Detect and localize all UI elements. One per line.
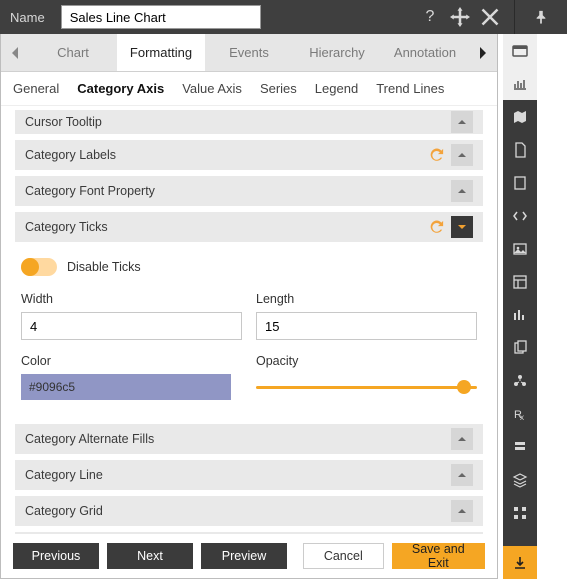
secondary-tabs: General Category Axis Value Axis Series … — [1, 72, 497, 106]
title-bar: Name ? — [0, 0, 567, 34]
refresh-icon[interactable] — [429, 219, 445, 235]
pin-icon[interactable] — [525, 7, 557, 27]
tab-annotation[interactable]: Annotation — [381, 34, 469, 71]
accordion-category-grid[interactable]: Category Grid — [15, 496, 483, 526]
previous-button[interactable]: Previous — [13, 543, 99, 569]
refresh-icon[interactable] — [429, 147, 445, 163]
name-input[interactable] — [61, 5, 261, 29]
tabs-prev-icon[interactable] — [1, 34, 29, 71]
chevron-up-icon[interactable] — [451, 464, 473, 486]
save-button[interactable]: Save and Exit — [392, 543, 485, 569]
svg-text:x: x — [520, 413, 524, 422]
opacity-slider[interactable] — [256, 374, 477, 400]
accordion-category-labels[interactable]: Category Labels — [15, 140, 483, 170]
color-swatch[interactable]: #9096c5 — [21, 374, 231, 400]
move-icon[interactable] — [450, 7, 470, 27]
help-icon[interactable]: ? — [420, 7, 440, 27]
category-ticks-body: Disable Ticks Width Length Color #9 — [15, 242, 483, 418]
preview-button[interactable]: Preview — [201, 543, 287, 569]
sidebar-layout-icon[interactable] — [503, 265, 537, 298]
sidebar-download-icon[interactable] — [503, 546, 537, 579]
subtab-series[interactable]: Series — [260, 81, 297, 96]
accordion-title: Category Line — [25, 468, 451, 482]
accordion-category-line[interactable]: Category Line — [15, 460, 483, 490]
accordion-category-font[interactable]: Category Font Property — [15, 176, 483, 206]
sidebar-image-icon[interactable] — [503, 232, 537, 265]
chevron-up-icon[interactable] — [451, 428, 473, 450]
accordion-title: Category Ticks — [25, 220, 429, 234]
length-label: Length — [256, 292, 477, 306]
width-input[interactable] — [21, 312, 242, 340]
sidebar-page-icon[interactable] — [503, 166, 537, 199]
accordion-scroll[interactable]: Cursor Tooltip Category Labels Category … — [1, 106, 497, 534]
opacity-label: Opacity — [256, 354, 477, 368]
chevron-up-icon[interactable] — [451, 180, 473, 202]
accordion-category-title[interactable]: Category Title — [15, 532, 483, 534]
sidebar-map-icon[interactable] — [503, 100, 537, 133]
sidebar-doc-icon[interactable] — [503, 133, 537, 166]
sidebar-copy-icon[interactable] — [503, 331, 537, 364]
length-input[interactable] — [256, 312, 477, 340]
sidebar-rx-icon[interactable]: Rx — [503, 397, 537, 430]
sidebar-bars-icon[interactable] — [503, 298, 537, 331]
cancel-button[interactable]: Cancel — [303, 543, 384, 569]
accordion-title: Category Labels — [25, 148, 429, 162]
subtab-category-axis[interactable]: Category Axis — [77, 81, 164, 96]
accordion-cursor-tooltip[interactable]: Cursor Tooltip — [15, 110, 483, 134]
chevron-up-icon[interactable] — [451, 144, 473, 166]
tabs-next-icon[interactable] — [469, 34, 497, 71]
tab-events[interactable]: Events — [205, 34, 293, 71]
accordion-title: Category Font Property — [25, 184, 451, 198]
sidebar-layers-icon[interactable] — [503, 463, 537, 496]
editor-panel: Chart Formatting Events Hierarchy Annota… — [0, 34, 498, 579]
sidebar-stack-icon[interactable] — [503, 430, 537, 463]
sidebar-card-icon[interactable] — [503, 34, 537, 67]
accordion-title: Category Alternate Fills — [25, 432, 451, 446]
accordion-category-alt-fills[interactable]: Category Alternate Fills — [15, 424, 483, 454]
accordion-category-ticks[interactable]: Category Ticks — [15, 212, 483, 242]
sidebar-chart-icon[interactable] — [503, 67, 537, 100]
sidebar-code-icon[interactable] — [503, 199, 537, 232]
disable-ticks-label: Disable Ticks — [67, 260, 141, 274]
footer-bar: Previous Next Preview Cancel Save and Ex… — [1, 534, 497, 578]
color-label: Color — [21, 354, 242, 368]
chevron-up-icon[interactable] — [451, 500, 473, 522]
sidebar-grid-icon[interactable] — [503, 496, 537, 529]
next-button[interactable]: Next — [107, 543, 193, 569]
slider-thumb-icon[interactable] — [457, 380, 471, 394]
accordion-title: Cursor Tooltip — [25, 115, 451, 129]
subtab-value-axis[interactable]: Value Axis — [182, 81, 242, 96]
chevron-up-icon[interactable] — [451, 111, 473, 133]
subtab-legend[interactable]: Legend — [315, 81, 358, 96]
subtab-general[interactable]: General — [13, 81, 59, 96]
tab-chart[interactable]: Chart — [29, 34, 117, 71]
tool-sidebar: Rx — [503, 34, 537, 579]
tab-formatting[interactable]: Formatting — [117, 34, 205, 71]
subtab-trend-lines[interactable]: Trend Lines — [376, 81, 444, 96]
tab-hierarchy[interactable]: Hierarchy — [293, 34, 381, 71]
chevron-down-icon[interactable] — [451, 216, 473, 238]
accordion-title: Category Grid — [25, 504, 451, 518]
name-label: Name — [10, 10, 45, 25]
disable-ticks-toggle[interactable] — [21, 258, 57, 276]
sidebar-network-icon[interactable] — [503, 364, 537, 397]
width-label: Width — [21, 292, 242, 306]
close-icon[interactable] — [480, 7, 500, 27]
primary-tabs: Chart Formatting Events Hierarchy Annota… — [1, 34, 497, 72]
